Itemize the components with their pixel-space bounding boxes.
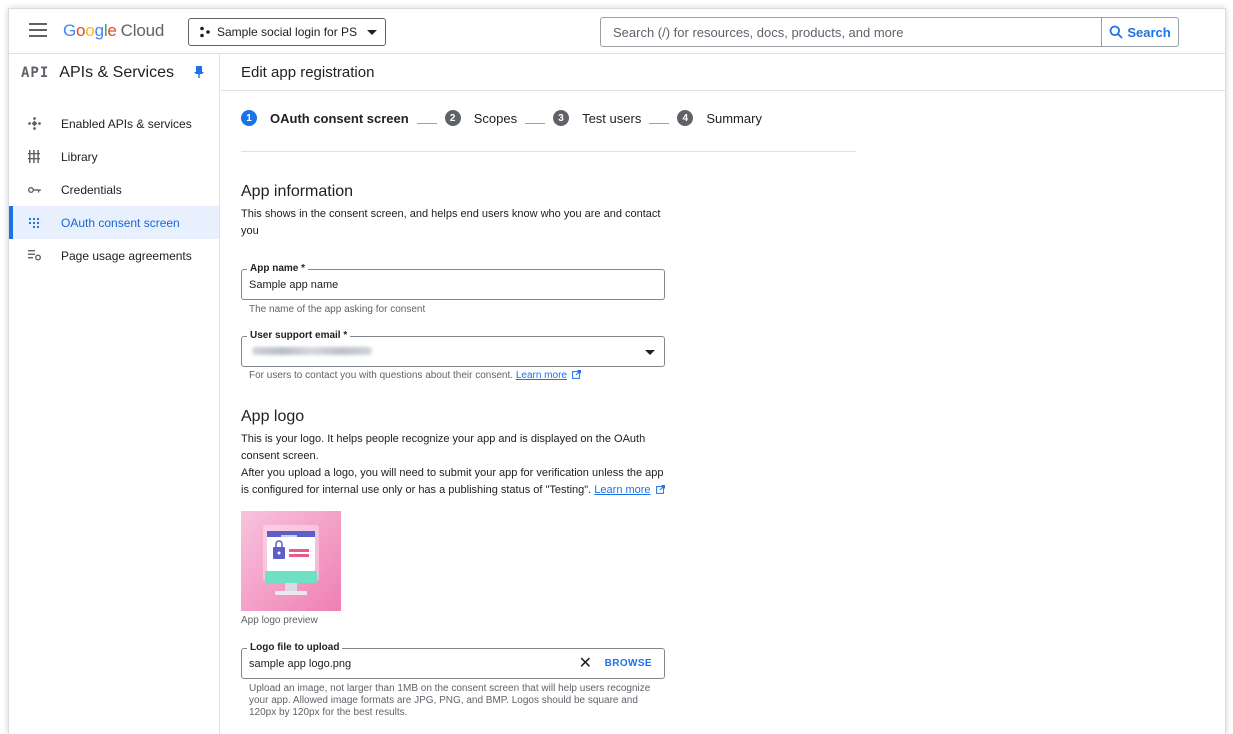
top-bar: Google Cloud Sample social login for PS S… [9,9,1225,54]
app-logo-heading: App logo [241,408,305,425]
app-name-label: App name * [247,263,309,275]
sidebar-item-oauth-consent-screen[interactable]: OAuth consent screen [9,206,219,239]
sidebar-item-enabled-apis[interactable]: Enabled APIs & services [9,107,219,140]
search-input[interactable] [601,18,1101,46]
logo-file-name: sample app logo.png [249,658,352,670]
redacted-email-value [252,347,372,355]
browse-button[interactable]: BROWSE [605,658,652,669]
sidebar-nav: Enabled APIs & services Library Credenti… [9,107,219,272]
app-logo-description: This is your logo. It helps people recog… [241,433,665,496]
sidebar-title: APIs & Services [59,63,174,81]
project-picker[interactable]: Sample social login for PS [188,18,386,46]
stepper: 1 OAuth consent screen 2 Scopes 3 Test u… [241,106,856,152]
sidebar-header: API APIs & Services [9,54,219,91]
user-support-email-field[interactable]: User support email * [241,330,665,367]
logo-file-helper: Upload an image, not larger than 1MB on … [249,683,651,718]
library-grid-icon [27,150,41,164]
sidebar-item-credentials[interactable]: Credentials [9,173,219,206]
logo-file-label: Logo file to upload [247,642,343,654]
app-window: Google Cloud Sample social login for PS S… [8,8,1226,734]
chevron-down-icon[interactable] [645,350,655,355]
app-name-helper: The name of the app asking for consent [249,304,426,315]
learn-more-link[interactable]: Learn more [516,370,567,381]
sidebar-item-library[interactable]: Library [9,140,219,173]
key-icon [27,183,41,197]
step-summary[interactable]: 4 Summary [677,110,762,126]
api-badge: API [21,64,50,81]
search-icon [1109,25,1123,39]
step-scopes[interactable]: 2 Scopes [444,110,517,126]
settings-list-icon [27,249,41,263]
chevron-down-icon [367,29,378,35]
hamburger-menu-icon[interactable] [29,23,47,39]
app-logo-preview-caption: App logo preview [241,615,318,626]
project-nodes-icon [200,26,210,38]
app-name-field[interactable]: App name * [241,263,665,300]
search-button[interactable]: Search [1101,18,1178,46]
close-icon[interactable]: ✕ [579,656,592,672]
page-title: Edit app registration [221,54,1225,91]
sidebar-item-page-usage-agreements[interactable]: Page usage agreements [9,239,219,272]
external-link-icon [655,485,665,494]
user-support-email-label: User support email * [247,330,351,342]
project-name: Sample social login for PS [217,25,358,39]
app-information-heading: App information [241,183,354,200]
external-link-icon [571,370,581,379]
step-test-users[interactable]: 3 Test users [553,110,641,126]
search-bar: Search [600,17,1179,47]
step-oauth-consent-screen[interactable]: 1 OAuth consent screen [241,110,409,126]
sidebar: API APIs & Services Enabled APIs & servi… [9,54,220,734]
step-divider [416,123,437,124]
learn-more-link[interactable]: Learn more [594,484,650,496]
api-diamond-icon [27,117,41,131]
pin-icon[interactable] [194,66,204,78]
google-cloud-logo[interactable]: Google Cloud [63,21,164,41]
app-information-description: This shows in the consent screen, and he… [241,208,661,237]
app-name-input[interactable] [249,279,569,291]
step-divider [649,123,670,124]
consent-dots-icon [27,216,41,230]
app-logo-preview-image [241,511,341,611]
logo-file-field[interactable]: Logo file to upload sample app logo.png … [241,642,665,679]
user-support-email-helper: For users to contact you with questions … [249,370,581,382]
step-divider [525,123,546,124]
main-content: Edit app registration 1 OAuth consent sc… [221,54,1225,734]
